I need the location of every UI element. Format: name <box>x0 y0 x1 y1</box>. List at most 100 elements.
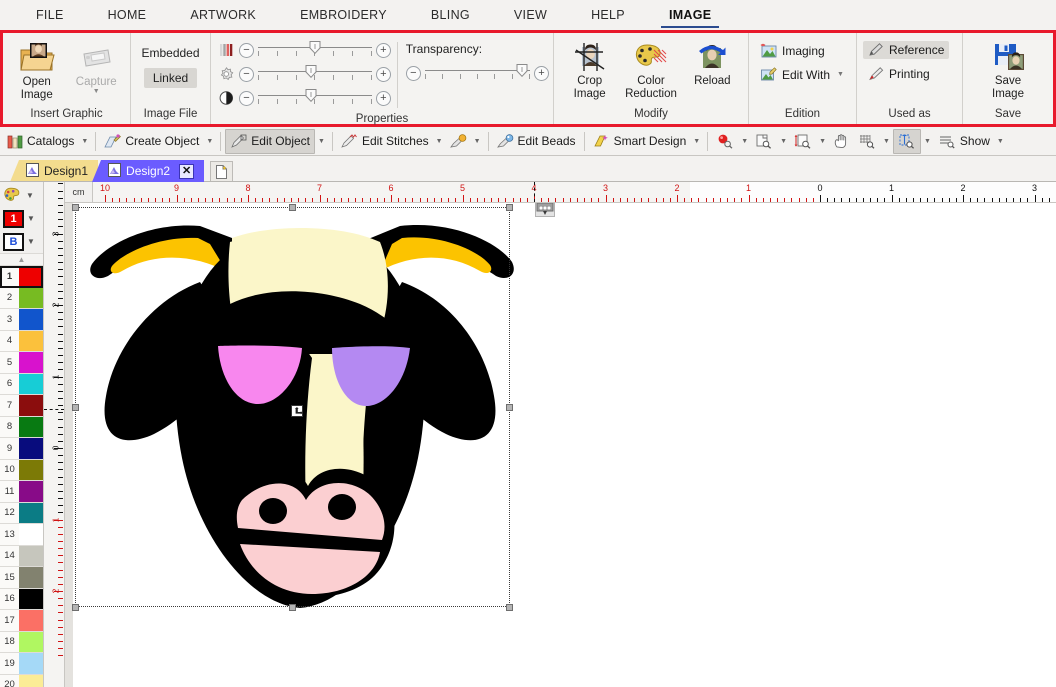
palette-color-swatch[interactable] <box>19 416 43 437</box>
palette-color-14[interactable]: 14 <box>0 545 43 567</box>
current-color-swatch[interactable]: 1 <box>3 209 24 228</box>
menu-item-image[interactable]: IMAGE <box>647 0 733 30</box>
new-document-icon[interactable] <box>210 161 234 182</box>
saturation-slider-thumb[interactable] <box>309 41 321 54</box>
palette-color-swatch[interactable] <box>19 373 43 394</box>
saturation-decrease-button[interactable]: − <box>239 42 254 58</box>
contrast-slider-track[interactable] <box>258 88 372 108</box>
palette-color-swatch[interactable] <box>19 395 43 416</box>
palette-color-2[interactable]: 2 <box>0 287 43 309</box>
palette-color-swatch[interactable] <box>19 502 43 523</box>
toolbar-button-zoom-red-ball[interactable] <box>712 129 738 154</box>
selection-handle-n[interactable] <box>289 204 296 211</box>
toolbar-button-smart-design[interactable]: Smart Design <box>589 129 691 154</box>
palette-color-19[interactable]: 19 <box>0 653 43 675</box>
capture-button[interactable]: Capture ▼ <box>69 39 125 95</box>
selection-handle-ne[interactable] <box>506 204 513 211</box>
brightness-increase-button[interactable]: + <box>375 66 391 82</box>
linked-button[interactable]: Linked <box>143 68 198 88</box>
vertical-ruler[interactable]: 321012 <box>44 182 65 687</box>
bold-toggle-button[interactable]: B <box>3 232 24 251</box>
transparency-slider-thumb[interactable] <box>516 64 528 77</box>
menu-item-bling[interactable]: BLING <box>409 0 492 30</box>
chevron-down-icon[interactable]: ▼ <box>27 214 35 223</box>
menu-item-home[interactable]: HOME <box>86 0 169 30</box>
brightness-decrease-button[interactable]: − <box>239 66 254 82</box>
current-color-row[interactable]: 1 ▼ <box>0 207 43 230</box>
selection-handle-sw[interactable] <box>72 604 79 611</box>
toolbar-button-show[interactable]: Show <box>934 129 994 154</box>
palette-selector-row[interactable]: ▼ <box>0 184 43 207</box>
palette-color-swatch[interactable] <box>19 459 43 480</box>
palette-color-swatch[interactable] <box>19 330 43 351</box>
imaging-button[interactable]: Imaging <box>755 41 830 60</box>
selection-handle-se[interactable] <box>506 604 513 611</box>
menu-item-help[interactable]: HELP <box>569 0 647 30</box>
brightness-slider-track[interactable] <box>258 64 372 84</box>
design-canvas[interactable]: cm 10 9 8 7 6 5 4 3 2 1 0 1 2 3 <box>65 182 1056 687</box>
palette-color-swatch[interactable] <box>19 631 43 652</box>
image-properties-icon[interactable] <box>535 203 555 217</box>
menu-item-view[interactable]: VIEW <box>492 0 569 30</box>
chevron-down-icon[interactable]: ▼ <box>93 88 100 95</box>
palette-color-swatch[interactable] <box>19 481 43 502</box>
chevron-down-icon[interactable]: ▼ <box>921 138 934 145</box>
contrast-increase-button[interactable]: + <box>375 90 391 106</box>
palette-color-swatch[interactable] <box>19 674 43 687</box>
open-image-button[interactable]: Open Image <box>9 39 65 102</box>
horizontal-ruler[interactable]: cm 10 9 8 7 6 5 4 3 2 1 0 1 2 3 <box>65 182 1056 203</box>
saturation-increase-button[interactable]: + <box>375 42 391 58</box>
palette-color-5[interactable]: 5 <box>0 352 43 374</box>
toolbar-button-zoom-selection[interactable] <box>892 128 921 154</box>
palette-color-1[interactable]: 1 <box>0 266 43 288</box>
palette-color-8[interactable]: 8 <box>0 416 43 438</box>
chevron-down-icon[interactable]: ▼ <box>837 71 844 78</box>
palette-color-swatch[interactable] <box>19 588 43 609</box>
chevron-down-icon[interactable]: ▼ <box>203 138 216 145</box>
toolbar-button-magic-wand[interactable] <box>446 129 471 154</box>
palette-color-12[interactable]: 12 <box>0 502 43 524</box>
edit-with-button[interactable]: Edit With ▼ <box>755 65 849 84</box>
palette-color-3[interactable]: 3 <box>0 309 43 331</box>
selection-handle-nw[interactable] <box>72 204 79 211</box>
palette-color-20[interactable]: 20 <box>0 674 43 687</box>
crop-image-button[interactable]: Crop Image <box>560 38 619 101</box>
palette-color-10[interactable]: 10 <box>0 459 43 481</box>
palette-color-4[interactable]: 4 <box>0 330 43 352</box>
palette-color-7[interactable]: 7 <box>0 395 43 417</box>
toolbar-button-zoom-height[interactable] <box>790 129 816 154</box>
chevron-down-icon[interactable]: ▼ <box>433 138 446 145</box>
chevron-down-icon[interactable]: ▼ <box>27 237 35 246</box>
toolbar-button-zoom-grid[interactable] <box>854 129 880 154</box>
palette-color-16[interactable]: 16 <box>0 588 43 610</box>
contrast-slider-thumb[interactable] <box>305 89 317 102</box>
palette-color-swatch[interactable] <box>19 309 43 330</box>
chevron-down-icon[interactable]: ▼ <box>880 138 893 145</box>
palette-color-swatch[interactable] <box>19 545 43 566</box>
bold-toggle-row[interactable]: B ▼ <box>0 230 43 253</box>
contrast-decrease-button[interactable]: − <box>239 90 254 106</box>
toolbar-button-edit-object[interactable]: Edit Object <box>225 128 315 154</box>
chevron-down-icon[interactable]: ▼ <box>315 138 328 145</box>
toolbar-button-catalogs[interactable]: Catalogs <box>3 129 78 154</box>
palette-color-swatch[interactable] <box>19 287 43 308</box>
palette-color-swatch[interactable] <box>19 653 43 674</box>
palette-color-swatch[interactable] <box>19 438 43 459</box>
palette-color-6[interactable]: 6 <box>0 373 43 395</box>
reload-button[interactable]: Reload <box>683 38 742 88</box>
chevron-down-icon[interactable]: ▼ <box>26 191 34 200</box>
palette-color-swatch[interactable] <box>19 266 43 287</box>
palette-color-18[interactable]: 18 <box>0 631 43 653</box>
toolbar-button-create-object[interactable]: Create Object <box>100 129 203 154</box>
palette-color-swatch[interactable] <box>19 352 43 373</box>
brightness-slider-thumb[interactable] <box>305 65 317 78</box>
reference-button[interactable]: Reference <box>863 41 950 59</box>
color-reduction-button[interactable]: Color Reduction <box>621 38 680 101</box>
canvas-sheet[interactable] <box>65 203 1056 687</box>
palette-color-13[interactable]: 13 <box>0 524 43 546</box>
selection-handle-w[interactable] <box>72 404 79 411</box>
collapse-up-icon[interactable]: ▲ <box>0 253 43 266</box>
printing-button[interactable]: Printing <box>863 65 935 83</box>
document-tab-design1[interactable]: Design1 <box>10 160 99 182</box>
chevron-down-icon[interactable]: ▼ <box>994 138 1007 145</box>
